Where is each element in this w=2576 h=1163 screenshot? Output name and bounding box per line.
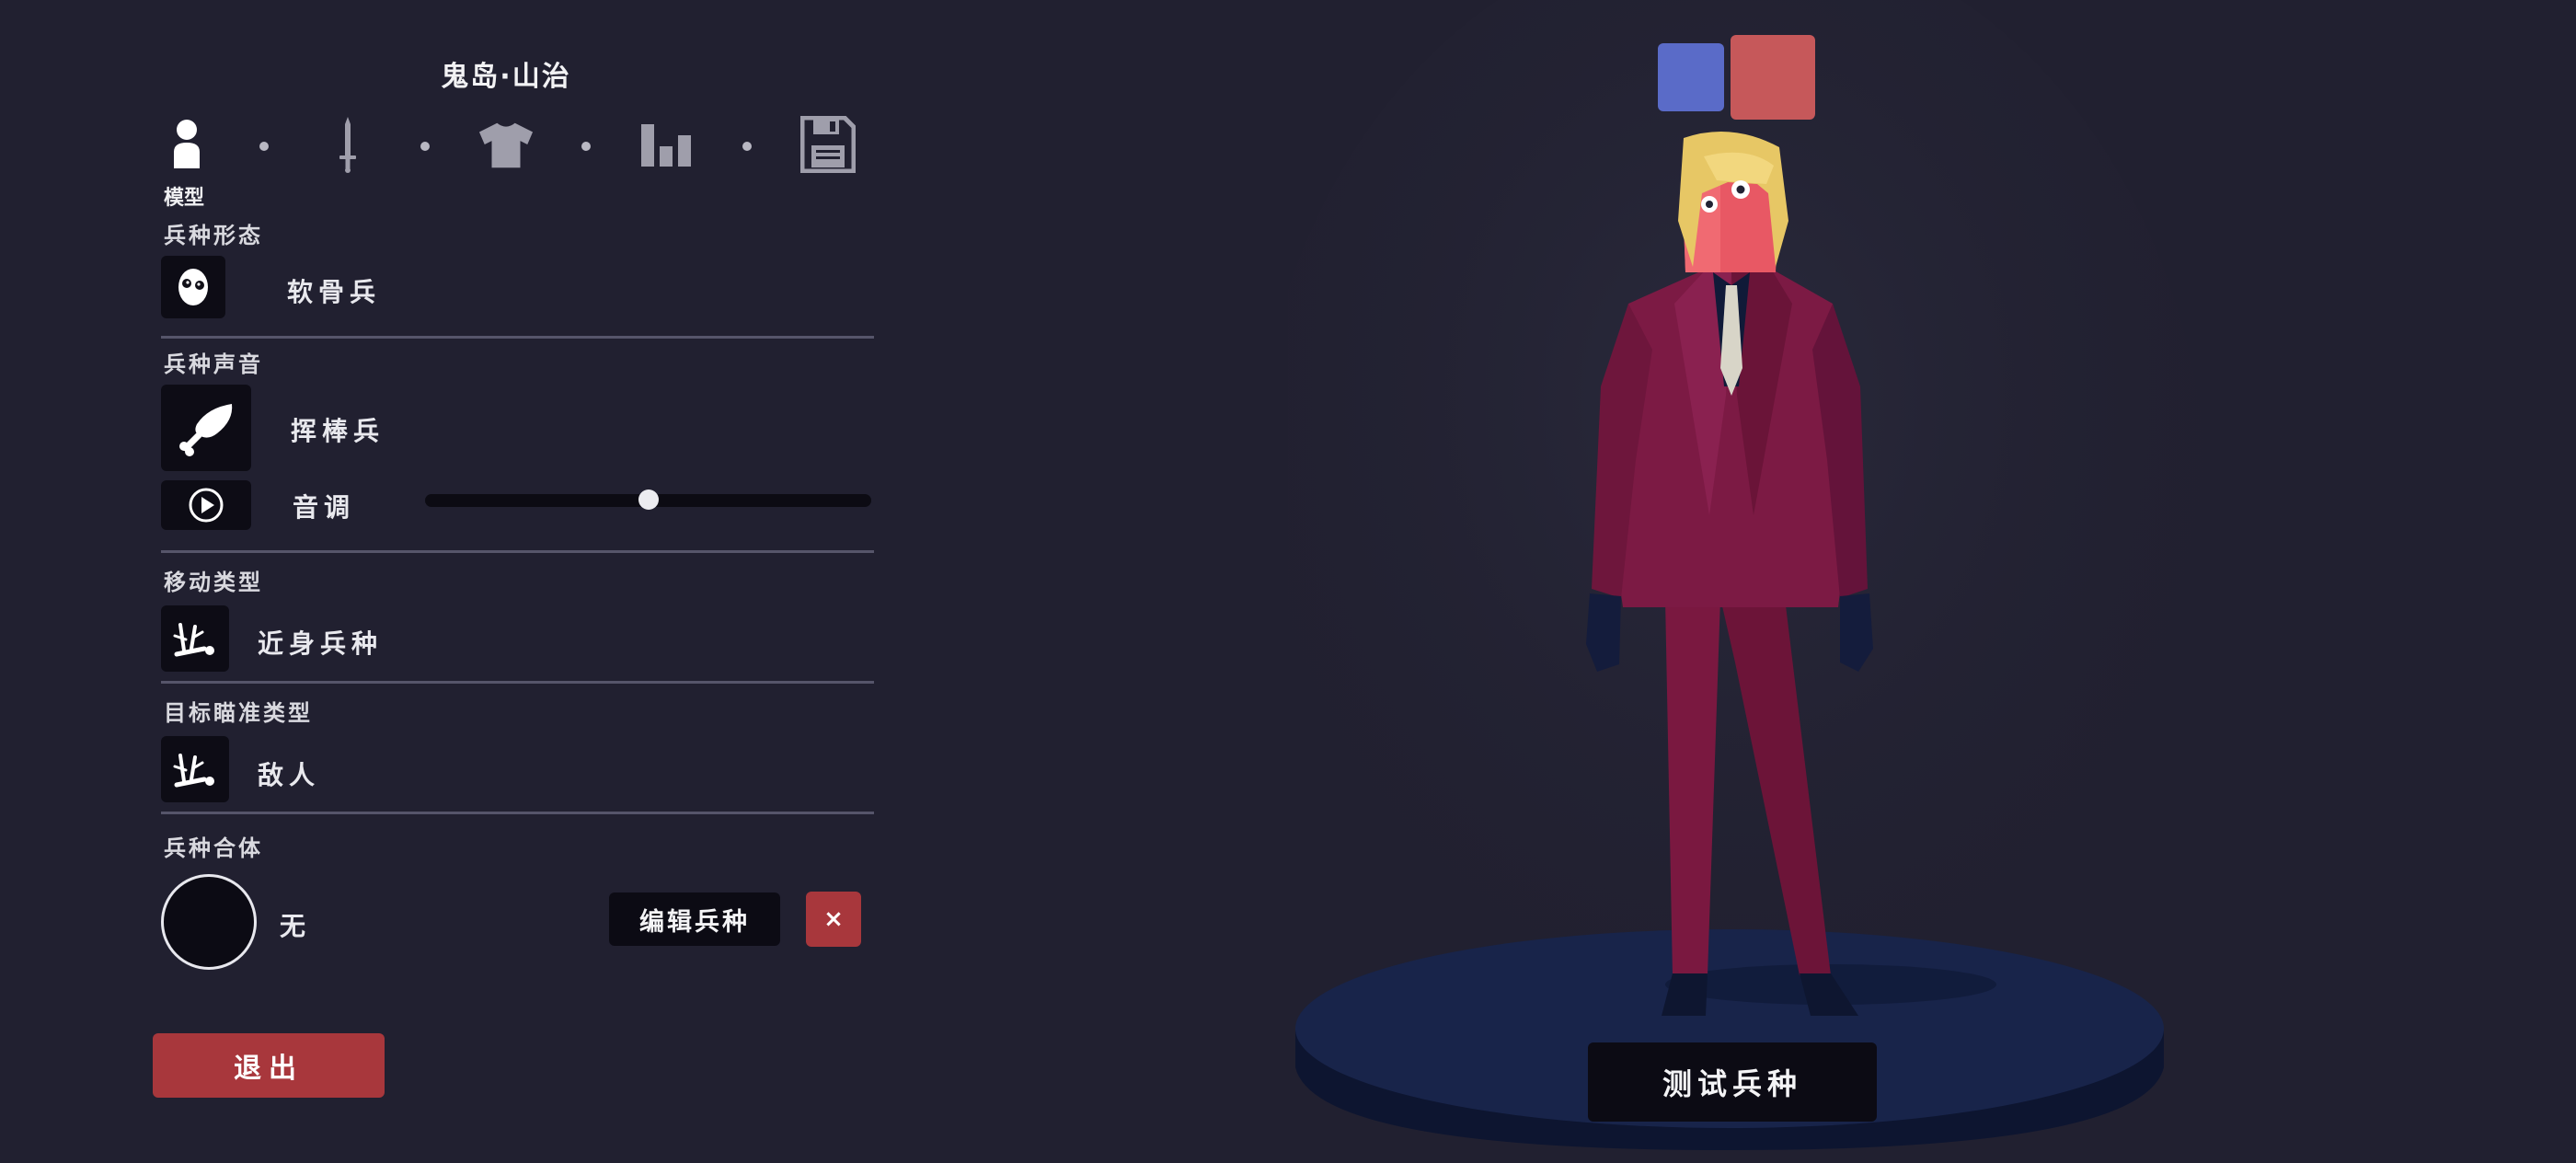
unit-form-value[interactable]: 软骨兵 bbox=[287, 272, 381, 309]
team-color-red-swatch[interactable] bbox=[1731, 35, 1815, 120]
unit-preview-scene bbox=[1251, 0, 2208, 1150]
unit-name-title: 鬼岛·山治 bbox=[441, 61, 571, 93]
editor-tab-bar bbox=[158, 112, 867, 177]
tab-save[interactable] bbox=[799, 112, 857, 177]
tab-weapon[interactable] bbox=[319, 112, 376, 177]
unit-mount-label: 兵种合体 bbox=[164, 835, 263, 861]
pitch-label: 音调 bbox=[293, 492, 356, 523]
exit-button[interactable]: 退出 bbox=[153, 1033, 385, 1098]
movement-type-icon-button[interactable] bbox=[161, 605, 229, 672]
unit-voice-icon-button[interactable] bbox=[161, 385, 251, 471]
mount-unit-value: 无 bbox=[280, 911, 312, 941]
pitch-slider[interactable] bbox=[425, 489, 871, 510]
bar-chart-icon bbox=[641, 124, 691, 167]
pitch-slider-handle[interactable] bbox=[638, 489, 659, 510]
section-divider bbox=[161, 812, 874, 814]
section-divider bbox=[161, 336, 874, 339]
tab-clothing[interactable] bbox=[477, 112, 535, 177]
unit-voice-value[interactable]: 挥棒兵 bbox=[291, 411, 385, 448]
unit-form-icon-button[interactable] bbox=[161, 256, 225, 318]
mount-unit-slot[interactable] bbox=[161, 874, 257, 970]
movement-type-value[interactable]: 近身兵种 bbox=[258, 624, 383, 661]
remove-mount-button[interactable]: × bbox=[806, 892, 861, 947]
ragdoll-face-icon bbox=[178, 269, 208, 305]
test-unit-button[interactable]: 测试兵种 bbox=[1588, 1042, 1877, 1122]
section-divider bbox=[161, 681, 874, 684]
tab-separator-dot bbox=[259, 142, 269, 151]
sword-icon bbox=[339, 117, 356, 173]
melee-icon bbox=[173, 623, 214, 657]
team-color-blue-swatch[interactable] bbox=[1658, 43, 1724, 111]
edit-mount-button[interactable]: 编辑兵种 bbox=[609, 892, 780, 946]
play-voice-button[interactable] bbox=[161, 480, 251, 530]
tab-separator-dot bbox=[742, 142, 752, 151]
unit-preview-area bbox=[1251, 0, 2576, 1159]
shirt-icon bbox=[478, 122, 534, 168]
play-icon bbox=[189, 488, 224, 523]
melee-icon bbox=[173, 754, 214, 788]
unit-voice-label: 兵种声音 bbox=[164, 351, 263, 377]
unit-form-label: 兵种形态 bbox=[164, 223, 263, 248]
targeting-type-label: 目标瞄准类型 bbox=[164, 700, 313, 726]
tab-separator-dot bbox=[420, 142, 430, 151]
tab-separator-dot bbox=[581, 142, 591, 151]
section-divider bbox=[161, 550, 874, 553]
floppy-disk-icon bbox=[800, 116, 856, 173]
active-tab-label: 模型 bbox=[164, 187, 205, 210]
drumstick-icon bbox=[179, 404, 233, 456]
targeting-type-value[interactable]: 敌人 bbox=[258, 755, 320, 792]
tab-model[interactable] bbox=[158, 112, 215, 177]
movement-type-label: 移动类型 bbox=[164, 570, 263, 595]
targeting-type-icon-button[interactable] bbox=[161, 736, 229, 802]
person-icon bbox=[174, 120, 200, 168]
tab-stats[interactable] bbox=[638, 112, 696, 177]
